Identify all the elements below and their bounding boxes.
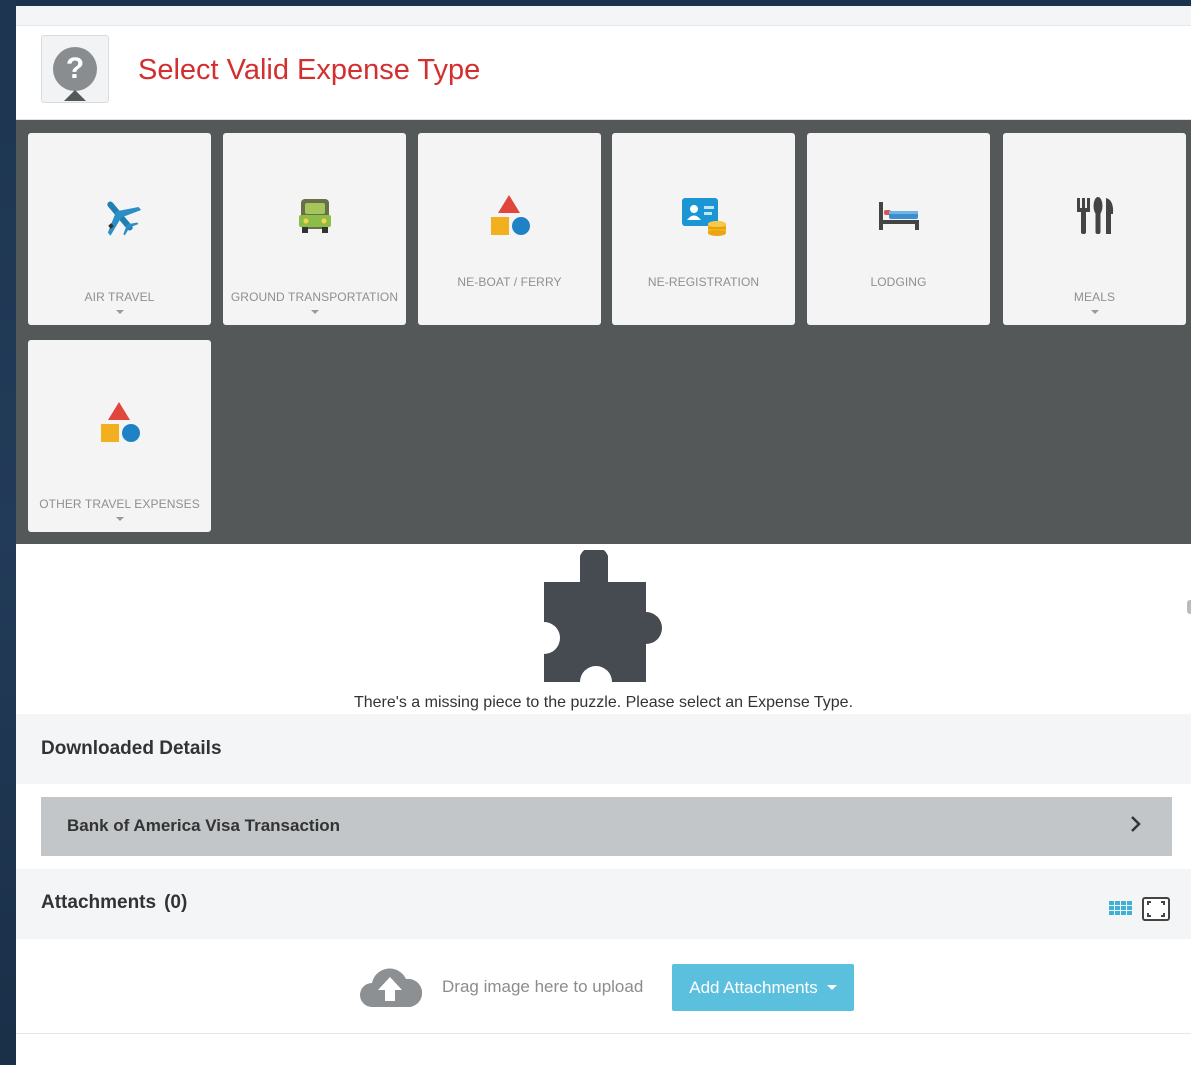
shapes-icon (28, 398, 211, 448)
tile-ne-boat-ferry[interactable]: NE-BOAT / FERRY (418, 133, 601, 325)
tile-meals[interactable]: MEALS (1003, 133, 1186, 325)
drag-upload-hint: Drag image here to upload (442, 977, 644, 996)
panel-top-bar (16, 6, 1191, 26)
attachments-header: Attachments (0) (16, 869, 1191, 939)
dropdown-caret-icon (310, 310, 319, 314)
grid-view-icon[interactable] (1109, 901, 1133, 924)
caret-down-icon (826, 985, 837, 990)
dropdown-caret-icon (1090, 310, 1099, 314)
left-edge-background (0, 0, 16, 1065)
chevron-right-icon (1130, 815, 1142, 838)
bed-icon (807, 191, 990, 241)
transaction-label: Bank of America Visa Transaction (67, 816, 341, 835)
tile-label: NE-REGISTRATION (647, 275, 760, 289)
cloud-upload-icon (358, 963, 423, 1016)
expense-type-grid: AIR TRAVEL GROUND TRANSPORTATION NE-BOAT… (16, 120, 1191, 614)
dropdown-caret-icon (115, 517, 124, 521)
add-attachments-label: Add Attachments (689, 977, 818, 997)
add-attachments-button[interactable]: Add Attachments (672, 964, 854, 1011)
attachments-count: (0) (164, 892, 188, 913)
utensils-icon (1003, 191, 1186, 241)
downloaded-details-header: Downloaded Details (16, 714, 1191, 784)
attachments-title: Attachments (41, 892, 157, 913)
dropdown-caret-icon (115, 310, 124, 314)
tile-label: LODGING (870, 275, 927, 289)
tile-label: OTHER TRAVEL EXPENSES (39, 497, 200, 511)
transaction-row[interactable]: Bank of America Visa Transaction (41, 797, 1172, 856)
car-icon (223, 191, 406, 241)
page-title: Select Valid Expense Type (138, 54, 481, 86)
id-card-coins-icon (612, 191, 795, 241)
tile-other-travel-expenses[interactable]: OTHER TRAVEL EXPENSES (28, 340, 211, 532)
shapes-icon (418, 191, 601, 241)
tile-label: GROUND TRANSPORTATION (230, 290, 399, 304)
tile-lodging[interactable]: LODGING (807, 133, 990, 325)
tile-label: MEALS (1073, 290, 1116, 304)
expense-panel: ? Select Valid Expense Type AIR TRAVEL G… (16, 6, 1191, 1065)
airplane-icon (28, 191, 211, 241)
puzzle-piece-icon (542, 546, 670, 687)
question-mark-icon: ? (53, 47, 97, 91)
expand-view-icon[interactable] (1142, 897, 1170, 926)
expense-type-header: ? Select Valid Expense Type (16, 26, 1191, 120)
missing-expense-type-notice: There's a missing piece to the puzzle. P… (16, 544, 1191, 714)
tile-label: NE-BOAT / FERRY (457, 275, 562, 289)
help-pointer-arrow (64, 90, 86, 101)
attachment-upload-area[interactable]: Drag image here to upload Add Attachment… (16, 939, 1191, 1034)
tile-air-travel[interactable]: AIR TRAVEL (28, 133, 211, 325)
puzzle-message: There's a missing piece to the puzzle. P… (353, 694, 854, 711)
divider (16, 1033, 1191, 1034)
tile-ne-registration[interactable]: NE-REGISTRATION (612, 133, 795, 325)
tile-label: AIR TRAVEL (84, 290, 155, 304)
section-title: Attachments (0) (41, 892, 187, 914)
section-title: Downloaded Details (41, 738, 222, 759)
tile-ground-transportation[interactable]: GROUND TRANSPORTATION (223, 133, 406, 325)
